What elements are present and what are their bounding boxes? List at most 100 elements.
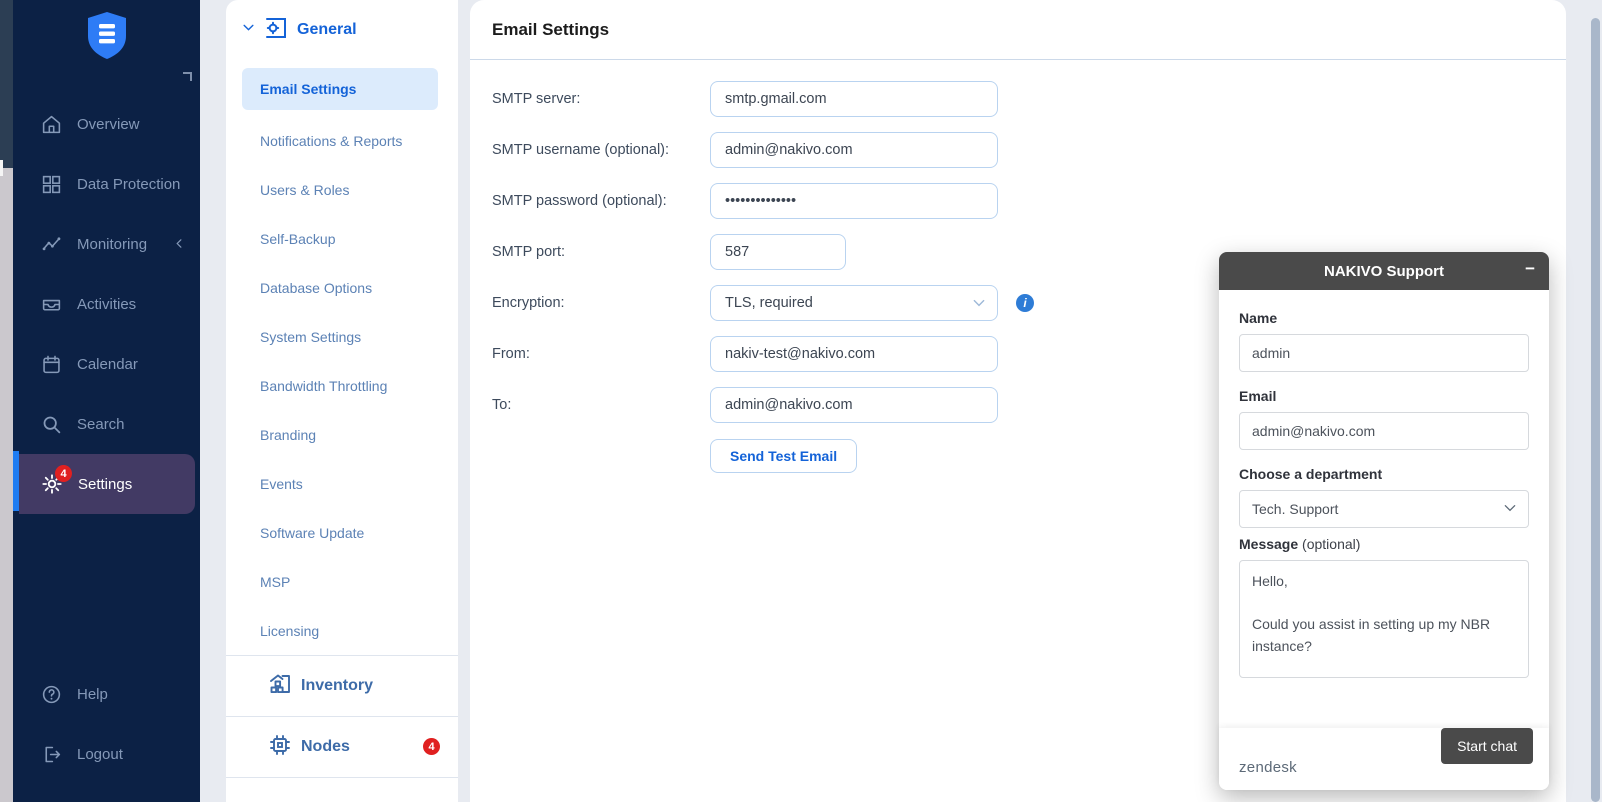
subnav-item-label: Licensing (260, 623, 319, 639)
subnav-item-label: MSP (260, 574, 290, 590)
subnav-item-label: Software Update (260, 525, 364, 541)
subnav-item-label: Email Settings (260, 81, 356, 97)
smtp-port-input[interactable] (710, 234, 846, 270)
subnav-item-database-options[interactable]: Database Options (226, 263, 458, 312)
sidebar-nav: Overview Data Protection Monitoring Acti… (13, 94, 200, 514)
sidebar-item-monitoring[interactable]: Monitoring (13, 214, 200, 274)
sidebar-item-data-protection[interactable]: Data Protection (13, 154, 200, 214)
chat-form: Name Email Choose a department Message (… (1219, 290, 1549, 683)
grid-icon (41, 174, 62, 195)
monitoring-icon (41, 234, 62, 255)
support-chat-widget: NAKIVO Support − Name Email Choose a dep… (1219, 252, 1549, 790)
subnav-item-label: Bandwidth Throttling (260, 378, 387, 394)
nodes-chip-icon (268, 733, 292, 762)
subnav-item-self-backup[interactable]: Self-Backup (226, 214, 458, 263)
sidebar-collapse-icon[interactable] (183, 72, 192, 81)
chevron-down-icon[interactable] (242, 21, 255, 39)
chat-footer: zendesk Start chat (1219, 728, 1549, 790)
field-label: From: (492, 346, 710, 362)
subnav-item-label: Self-Backup (260, 231, 335, 247)
subnav-section-label: General (297, 21, 357, 39)
smtp-username-input[interactable] (710, 132, 998, 168)
subnav-section-general[interactable]: General (226, 0, 458, 60)
chat-email-label: Email (1239, 388, 1529, 404)
field-label: To: (492, 397, 710, 413)
chevron-left-icon[interactable] (174, 236, 185, 253)
field-label: SMTP server: (492, 91, 710, 107)
app-logo[interactable] (13, 10, 200, 60)
subnav-section-label: Nodes (301, 738, 350, 756)
chat-department-label: Choose a department (1239, 466, 1529, 482)
subnav-item-users-roles[interactable]: Users & Roles (226, 165, 458, 214)
subnav-item-label: Branding (260, 427, 316, 443)
send-test-email-button[interactable]: Send Test Email (710, 439, 857, 473)
info-icon[interactable]: i (1016, 294, 1034, 312)
from-input[interactable] (710, 336, 998, 372)
sidebar-item-search[interactable]: Search (13, 394, 200, 454)
smtp-password-input[interactable] (710, 183, 998, 219)
search-icon (41, 414, 62, 435)
sidebar-item-help[interactable]: Help (13, 664, 200, 724)
gear-icon: 4 (41, 473, 63, 495)
sidebar-item-label: Search (77, 416, 125, 433)
vertical-scrollbar[interactable] (1591, 18, 1600, 802)
page-title: Email Settings (470, 0, 1566, 59)
chat-message-label-strong: Message (1239, 536, 1298, 552)
field-label: SMTP username (optional): (492, 142, 710, 158)
subnav-item-notifications-reports[interactable]: Notifications & Reports (226, 116, 458, 165)
chat-email-input[interactable] (1239, 412, 1529, 450)
subnav-item-system-settings[interactable]: System Settings (226, 312, 458, 361)
settings-badge: 4 (55, 465, 72, 482)
subnav-item-email-settings[interactable]: Email Settings (242, 68, 438, 110)
sidebar-item-activities[interactable]: Activities (13, 274, 200, 334)
sidebar-item-label: Calendar (77, 356, 138, 373)
chat-name-label: Name (1239, 310, 1529, 326)
inbox-icon (41, 294, 62, 315)
chat-header[interactable]: NAKIVO Support − (1219, 252, 1549, 290)
sidebar-item-settings[interactable]: 4 Settings (19, 454, 195, 514)
chat-title: NAKIVO Support (1324, 263, 1444, 280)
help-icon (41, 684, 62, 705)
chat-message-optional: (optional) (1302, 536, 1360, 552)
chat-department-select[interactable] (1239, 490, 1529, 528)
smtp-server-input[interactable] (710, 81, 998, 117)
screen-edge-dark (0, 0, 13, 168)
sidebar-item-label: Settings (78, 476, 132, 493)
chat-name-input[interactable] (1239, 334, 1529, 372)
encryption-select[interactable] (710, 285, 998, 321)
form-row-smtp-server: SMTP server: (492, 81, 1566, 117)
sidebar-item-calendar[interactable]: Calendar (13, 334, 200, 394)
sidebar-item-logout[interactable]: Logout (13, 724, 200, 784)
chat-message-textarea[interactable]: Hello, Could you assist in setting up my… (1239, 560, 1529, 678)
sidebar-item-label: Help (77, 686, 108, 703)
chat-department-value[interactable] (1239, 490, 1529, 528)
subnav-item-licensing[interactable]: Licensing (226, 606, 458, 655)
subnav-item-events[interactable]: Events (226, 459, 458, 508)
subnav-section-inventory[interactable]: Inventory (226, 656, 458, 716)
subnav-item-label: Users & Roles (260, 182, 349, 198)
sidebar-item-overview[interactable]: Overview (13, 94, 200, 154)
to-input[interactable] (710, 387, 998, 423)
subnav-item-bandwidth-throttling[interactable]: Bandwidth Throttling (226, 361, 458, 410)
subnav-item-label: Events (260, 476, 303, 492)
field-label: SMTP port: (492, 244, 710, 260)
chevron-down-icon (1503, 501, 1517, 520)
encryption-select-value[interactable] (710, 285, 998, 321)
nodes-badge: 4 (423, 738, 440, 755)
sidebar-footer: Help Logout (13, 664, 200, 784)
shield-logo-icon (84, 10, 130, 60)
form-row-smtp-password: SMTP password (optional): (492, 183, 1566, 219)
screen-edge-strip (0, 0, 13, 802)
calendar-icon (41, 354, 62, 375)
subnav-item-msp[interactable]: MSP (226, 557, 458, 606)
start-chat-button[interactable]: Start chat (1441, 728, 1533, 764)
sidebar-item-label: Data Protection (77, 176, 180, 193)
divider (226, 777, 458, 778)
subnav-item-branding[interactable]: Branding (226, 410, 458, 459)
general-settings-icon (264, 16, 288, 45)
subnav-section-nodes[interactable]: Nodes 4 (226, 717, 458, 777)
minimize-icon[interactable]: − (1525, 259, 1535, 279)
subnav-item-label: Database Options (260, 280, 372, 296)
subnav-item-software-update[interactable]: Software Update (226, 508, 458, 557)
field-label: SMTP password (optional): (492, 193, 710, 209)
